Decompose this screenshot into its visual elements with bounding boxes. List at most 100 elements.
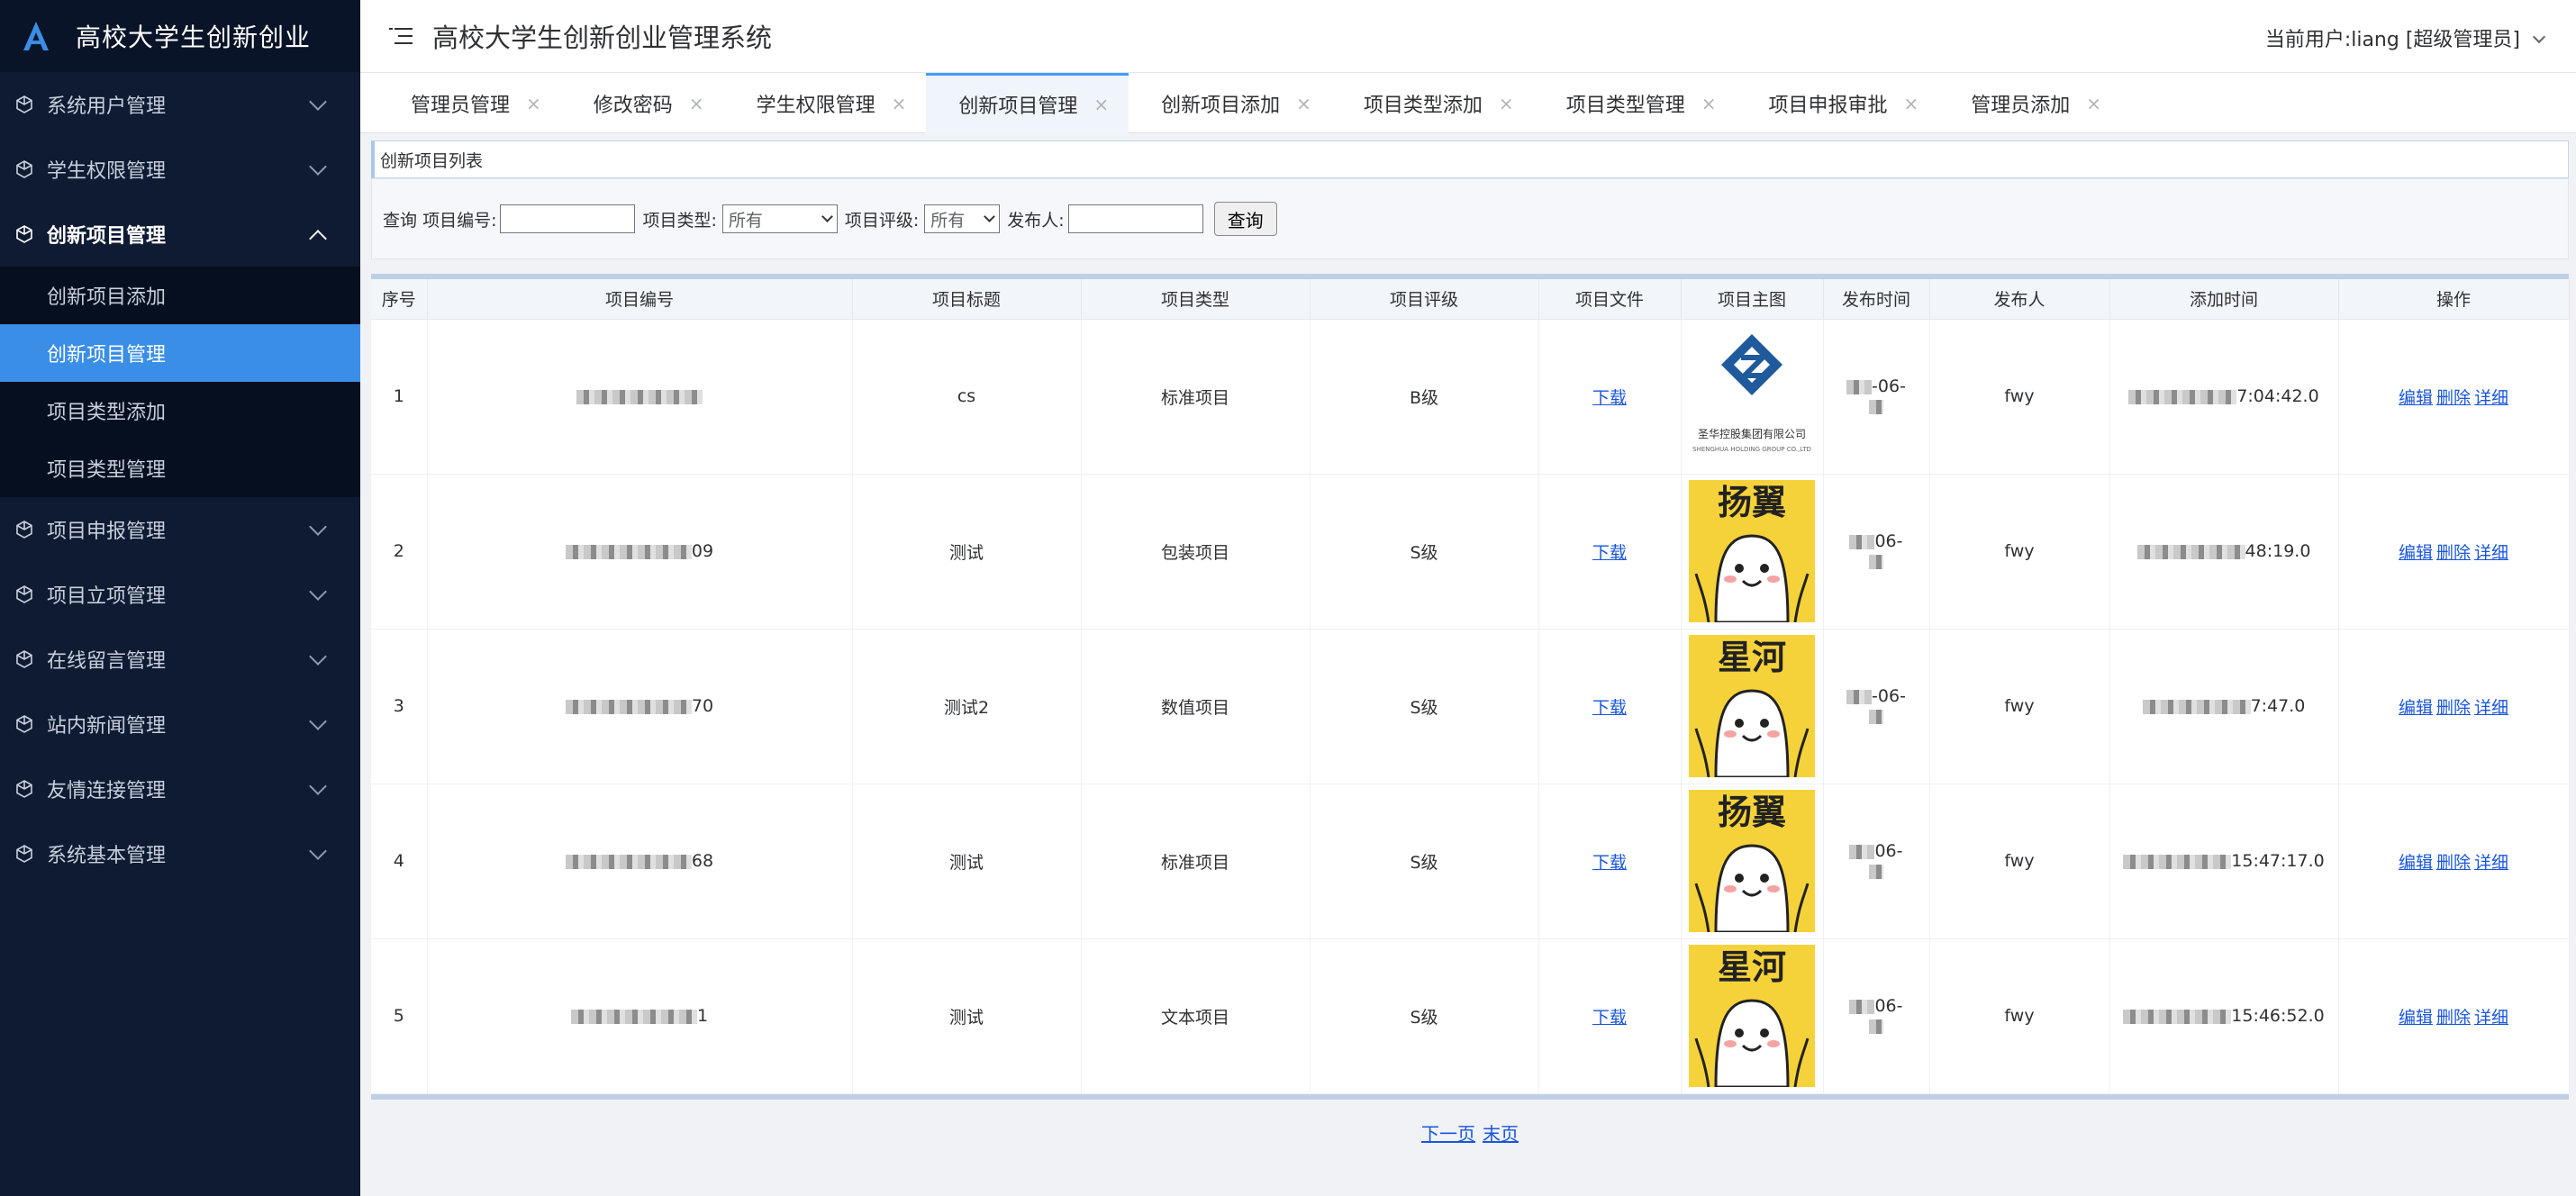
- menu-item-links[interactable]: 友情连接管理: [0, 757, 360, 821]
- delete-link[interactable]: 删除: [2436, 543, 2471, 563]
- delete-link[interactable]: 删除: [2436, 853, 2471, 873]
- added-time-visible: 15:47:17.0: [2231, 851, 2325, 871]
- chevron-down-icon: [309, 842, 327, 860]
- cell-actions: 编辑 删除 详细: [2338, 784, 2570, 939]
- tab-type-manage[interactable]: 项目类型管理 ×: [1534, 73, 1737, 133]
- close-icon[interactable]: ×: [1499, 93, 1514, 114]
- cell-code: [427, 319, 853, 475]
- cell-publisher: fwy: [1929, 319, 2110, 475]
- download-link[interactable]: 下载: [1592, 698, 1627, 718]
- delete-link[interactable]: 删除: [2436, 1008, 2471, 1028]
- cell-added-time: 48:19.0: [2109, 474, 2339, 630]
- cube-icon: [16, 845, 32, 863]
- tab-admin-manage[interactable]: 管理员管理 ×: [378, 73, 561, 133]
- project-type-select[interactable]: 所有: [721, 204, 838, 233]
- tab-project-manage[interactable]: 创新项目管理 ×: [926, 73, 1129, 133]
- cell-actions: 编辑 删除 详细: [2338, 629, 2570, 784]
- edit-link[interactable]: 编辑: [2399, 853, 2433, 873]
- cube-icon: [16, 650, 32, 668]
- menu-label: 在线留言管理: [47, 650, 167, 673]
- cell-image: 星河: [1681, 938, 1824, 1094]
- redacted-mask: [2142, 699, 2251, 714]
- menu-item-system-basic[interactable]: 系统基本管理: [0, 821, 360, 886]
- col-header: 项目评级: [1310, 279, 1539, 320]
- submenu-item-project-add[interactable]: 创新项目添加: [0, 267, 360, 324]
- redacted-mask: [565, 699, 692, 714]
- cell-publisher: fwy: [1929, 629, 2110, 784]
- close-icon[interactable]: ×: [1296, 93, 1311, 114]
- cube-icon: [16, 160, 32, 178]
- cell-actions: 编辑 删除 详细: [2338, 319, 2570, 475]
- close-icon[interactable]: ×: [1903, 93, 1918, 114]
- svg-text:星河: 星河: [1718, 947, 1786, 987]
- tab-admin-add[interactable]: 管理员添加 ×: [1938, 73, 2121, 133]
- cell-grade: S级: [1310, 474, 1539, 630]
- download-link[interactable]: 下载: [1592, 853, 1627, 873]
- cell-title: cs: [852, 319, 1082, 475]
- delete-link[interactable]: 删除: [2436, 388, 2471, 408]
- submenu-item-type-add[interactable]: 项目类型添加: [0, 382, 360, 439]
- close-icon[interactable]: ×: [1701, 93, 1717, 114]
- download-link[interactable]: 下载: [1592, 388, 1627, 408]
- project-code-input[interactable]: [500, 204, 636, 233]
- edit-link[interactable]: 编辑: [2399, 388, 2433, 408]
- detail-link[interactable]: 详细: [2474, 853, 2508, 873]
- submenu-item-project-manage[interactable]: 创新项目管理: [0, 324, 360, 382]
- menu-item-projects[interactable]: 创新项目管理: [0, 202, 360, 267]
- close-icon[interactable]: ×: [1093, 94, 1109, 115]
- menu-label: 创新项目管理: [47, 225, 167, 248]
- menu-label: 系统用户管理: [47, 95, 167, 118]
- publisher-input[interactable]: [1067, 204, 1203, 233]
- menu-item-declaration[interactable]: 项目申报管理: [0, 497, 360, 562]
- detail-link[interactable]: 详细: [2474, 698, 2508, 718]
- tab-student-permissions[interactable]: 学生权限管理 ×: [724, 73, 927, 133]
- menu-item-student-permissions[interactable]: 学生权限管理: [0, 137, 360, 202]
- tab-label: 项目类型管理: [1565, 94, 1685, 117]
- tab-change-password[interactable]: 修改密码 ×: [561, 73, 724, 133]
- next-page-link[interactable]: 下一页: [1421, 1123, 1475, 1145]
- sticker-image: 扬翼: [1689, 790, 1815, 932]
- select-value: 所有: [728, 210, 763, 231]
- menu-item-news[interactable]: 站内新闻管理: [0, 692, 360, 757]
- edit-link[interactable]: 编辑: [2399, 1008, 2433, 1028]
- chevron-down-icon: [309, 158, 327, 176]
- publish-date-visible: 06-: [1874, 996, 1903, 1016]
- col-header: 项目主图: [1681, 279, 1824, 320]
- menu-toggle-icon[interactable]: [389, 26, 413, 46]
- svg-text:星河: 星河: [1718, 638, 1786, 677]
- grade-label: 项目评级:: [844, 210, 920, 231]
- cell-publish-time: -06-: [1823, 629, 1930, 784]
- close-icon[interactable]: ×: [526, 93, 541, 114]
- edit-link[interactable]: 编辑: [2399, 543, 2433, 563]
- delete-link[interactable]: 删除: [2436, 698, 2471, 718]
- menu-item-approval[interactable]: 项目立项管理: [0, 562, 360, 627]
- detail-link[interactable]: 详细: [2474, 388, 2508, 408]
- search-button[interactable]: 查询: [1213, 202, 1277, 236]
- user-menu[interactable]: 当前用户:liang [超级管理员]: [2265, 23, 2546, 52]
- col-header: 项目类型: [1081, 279, 1311, 320]
- submenu-item-type-manage[interactable]: 项目类型管理: [0, 439, 360, 497]
- last-page-link[interactable]: 末页: [1483, 1123, 1519, 1145]
- edit-link[interactable]: 编辑: [2399, 698, 2433, 718]
- redacted-mask: [565, 544, 692, 559]
- tab-type-add[interactable]: 项目类型添加 ×: [1331, 73, 1534, 133]
- detail-link[interactable]: 详细: [2474, 1008, 2508, 1028]
- tab-declaration-approval[interactable]: 项目申报审批 ×: [1736, 73, 1938, 133]
- cell-actions: 编辑 删除 详细: [2338, 474, 2570, 630]
- menu-label: 系统基本管理: [47, 845, 167, 867]
- download-link[interactable]: 下载: [1592, 1008, 1627, 1028]
- download-link[interactable]: 下载: [1592, 543, 1627, 563]
- project-grade-select[interactable]: 所有: [924, 204, 1001, 233]
- menu-label: 项目立项管理: [47, 585, 167, 608]
- detail-link[interactable]: 详细: [2474, 543, 2508, 563]
- close-icon[interactable]: ×: [2086, 93, 2101, 114]
- tab-label: 管理员添加: [1971, 94, 2071, 117]
- code-tail: 1: [696, 1006, 709, 1026]
- tab-project-add[interactable]: 创新项目添加 ×: [1129, 73, 1331, 133]
- cell-file: 下载: [1538, 784, 1682, 939]
- close-icon[interactable]: ×: [892, 93, 907, 114]
- cell-image: 星河: [1681, 629, 1824, 784]
- menu-item-system-users[interactable]: 系统用户管理: [0, 72, 360, 137]
- menu-item-messages[interactable]: 在线留言管理: [0, 627, 360, 692]
- close-icon[interactable]: ×: [689, 93, 704, 114]
